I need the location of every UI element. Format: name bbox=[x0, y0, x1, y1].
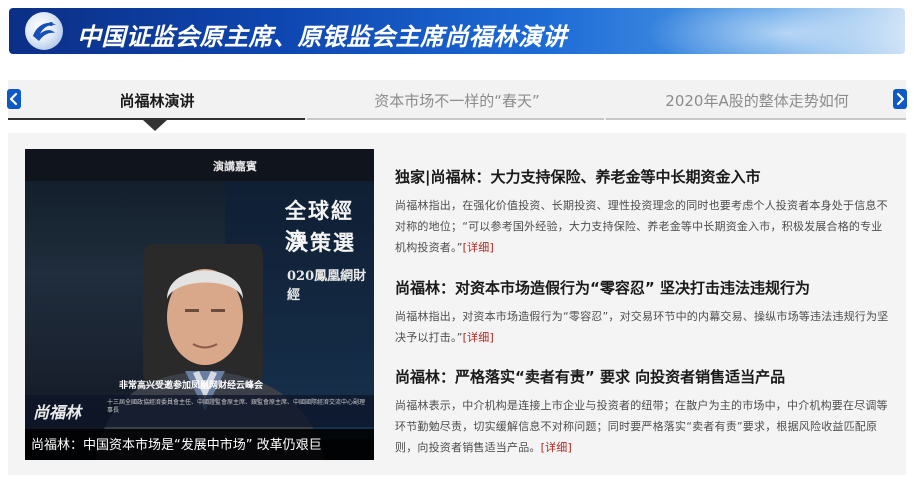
page-title: 中国证监会原主席、原银监会主席尚福林演讲 bbox=[77, 23, 567, 51]
video-caption[interactable]: 尚福林：中国资本市场是“发展中市场” 改革仍艰巨 bbox=[31, 434, 322, 453]
article-summary: 尚福林指出，对资本市场造假行为“零容忍”，对交易环节中的内幕交易、操纵市场等违法… bbox=[395, 310, 889, 344]
tab-capital-market-spring[interactable]: 资本市场不一样的“春天” bbox=[308, 80, 606, 120]
article-item: 尚福林：对资本市场造假行为“零容忍” 坚决打击违法违规行为 尚福林指出，对资本市… bbox=[395, 277, 893, 348]
video-thumbnail[interactable]: 演講嘉賓 全球經濟 決策選 020鳳凰網財經 非常高兴受邀参加凤凰网财经云峰会 … bbox=[25, 149, 374, 460]
article-summary: 尚福林指出，在强化价值投资、长期投资、理性投资理念的同时也要考虑个人投资者本身处… bbox=[395, 199, 888, 254]
article-title[interactable]: 尚福林：对资本市场造假行为“零容忍” 坚决打击违法违规行为 bbox=[395, 277, 893, 298]
chevron-right-icon bbox=[896, 92, 905, 106]
article-item: 独家|尚福林：大力支持保险、养老金等中长期资金入市 尚福林指出，在强化价值投资、… bbox=[395, 166, 893, 258]
next-arrow-button[interactable] bbox=[893, 89, 907, 109]
phoenix-logo-icon bbox=[25, 12, 63, 50]
article-more-link[interactable]: [详细] bbox=[463, 241, 494, 254]
tab-bar: 尚福林演讲 资本市场不一样的“春天” 2020年A股的整体走势如何 bbox=[8, 80, 906, 120]
article-more-link[interactable]: [详细] bbox=[541, 441, 572, 454]
header-banner: 中国证监会原主席、原银监会主席尚福林演讲 bbox=[9, 8, 905, 54]
tab-shang-fulin-speech[interactable]: 尚福林演讲 bbox=[8, 80, 306, 120]
tab-underline bbox=[606, 118, 906, 120]
speaker-name: 尚福林 bbox=[33, 403, 82, 422]
article-item: 尚福林：严格落实“卖者有责” 要求 向投资者销售适当产品 尚福林表示，中介机构是… bbox=[395, 366, 893, 458]
article-title[interactable]: 尚福林：严格落实“卖者有责” 要求 向投资者销售适当产品 bbox=[395, 366, 893, 387]
speaker-subtitle: 非常高兴受邀参加凤凰网财经云峰会 bbox=[119, 381, 264, 391]
article-more-link[interactable]: [详细] bbox=[463, 331, 494, 344]
tab-underline bbox=[307, 118, 604, 120]
article-summary: 尚福林表示，中介机构是连接上市企业与投资者的纽带；在散户为主的市场中，中介机构要… bbox=[395, 399, 888, 454]
active-tab-caret-icon bbox=[143, 120, 167, 131]
tab-a-share-trend[interactable]: 2020年A股的整体走势如何 bbox=[608, 80, 906, 120]
chevron-left-icon bbox=[9, 92, 18, 106]
speaker-titles: 十三屆全國政協經濟委員會主任、中國證監會原主席、銀監會原主席、中國國際經濟交流中… bbox=[107, 399, 366, 414]
prev-arrow-button[interactable] bbox=[7, 89, 21, 109]
article-title[interactable]: 独家|尚福林：大力支持保险、养老金等中长期资金入市 bbox=[395, 166, 893, 187]
